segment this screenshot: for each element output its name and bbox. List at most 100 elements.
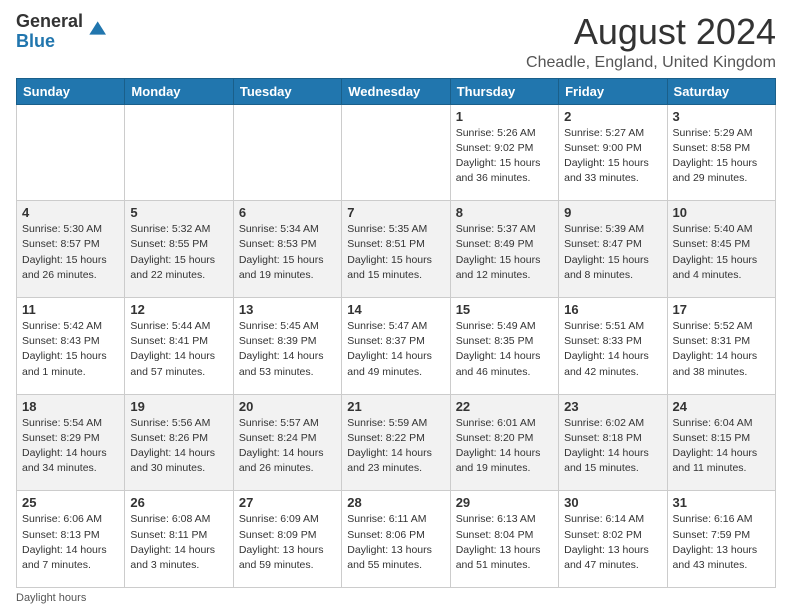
day-number: 25 (22, 495, 119, 510)
header-friday: Friday (559, 78, 667, 104)
calendar-cell-1-7: 3 Sunrise: 5:29 AM Sunset: 8:58 PM Daylig… (667, 104, 775, 201)
header: General Blue August 2024 Cheadle, Englan… (16, 12, 776, 72)
header-saturday: Saturday (667, 78, 775, 104)
location: Cheadle, England, United Kingdom (526, 54, 776, 72)
logo-icon (86, 18, 106, 38)
calendar-cell-4-5: 22Sunrise: 6:01 AM Sunset: 8:20 PM Dayli… (450, 394, 558, 491)
day-info: Sunrise: 5:27 AM Sunset: 9:00 PM Dayligh… (564, 126, 661, 187)
day-number: 15 (456, 302, 553, 317)
day-info: Sunrise: 6:06 AM Sunset: 8:13 PM Dayligh… (22, 512, 119, 573)
day-number: 14 (347, 302, 444, 317)
day-number: 3 (673, 109, 770, 124)
week-row-4: 18 Sunrise: 5:54 AM Sunset: 8:29 PM Dayli… (17, 394, 776, 491)
calendar-cell-4-3: 20Sunrise: 5:57 AM Sunset: 8:24 PM Dayli… (233, 394, 341, 491)
calendar-cell-3-5: 15 Sunrise: 5:49 AM Sunset: 8:35 PM Dayli… (450, 297, 558, 394)
day-info: Sunrise: 5:49 AM Sunset: 8:35 PM Dayligh… (456, 319, 553, 380)
calendar-cell-4-4: 21 Sunrise: 5:59 AM Sunset: 8:22 PM Dayli… (342, 394, 450, 491)
header-tuesday: Tuesday (233, 78, 341, 104)
day-number: 4 (22, 205, 119, 220)
day-number: 13 (239, 302, 336, 317)
header-monday: Monday (125, 78, 233, 104)
day-info: Sunrise: 6:08 AM Sunset: 8:11 PM Dayligh… (130, 512, 227, 573)
footer-note: Daylight hours (16, 592, 776, 604)
day-info: Sunrise: 5:59 AM Sunset: 8:22 PM Dayligh… (347, 416, 444, 477)
header-thursday: Thursday (450, 78, 558, 104)
day-number: 11 (22, 302, 119, 317)
day-info: Sunrise: 6:16 AM Sunset: 7:59 PM Dayligh… (673, 512, 770, 573)
day-info: Sunrise: 6:09 AM Sunset: 8:09 PM Dayligh… (239, 512, 336, 573)
day-number: 6 (239, 205, 336, 220)
day-number: 31 (673, 495, 770, 510)
page: General Blue August 2024 Cheadle, Englan… (0, 0, 792, 612)
calendar-cell-3-6: 16Sunrise: 5:51 AM Sunset: 8:33 PM Dayli… (559, 297, 667, 394)
calendar-cell-5-6: 30Sunrise: 6:14 AM Sunset: 8:02 PM Dayli… (559, 491, 667, 588)
week-row-1: 1Sunrise: 5:26 AM Sunset: 9:02 PM Daylig… (17, 104, 776, 201)
day-info: Sunrise: 5:47 AM Sunset: 8:37 PM Dayligh… (347, 319, 444, 380)
day-info: Sunrise: 5:54 AM Sunset: 8:29 PM Dayligh… (22, 416, 119, 477)
day-info: Sunrise: 6:11 AM Sunset: 8:06 PM Dayligh… (347, 512, 444, 573)
logo: General Blue (16, 12, 106, 52)
day-number: 21 (347, 399, 444, 414)
day-number: 17 (673, 302, 770, 317)
day-info: Sunrise: 5:37 AM Sunset: 8:49 PM Dayligh… (456, 222, 553, 283)
day-info: Sunrise: 5:39 AM Sunset: 8:47 PM Dayligh… (564, 222, 661, 283)
day-number: 30 (564, 495, 661, 510)
week-row-3: 11 Sunrise: 5:42 AM Sunset: 8:43 PM Dayli… (17, 297, 776, 394)
calendar-cell-5-5: 29Sunrise: 6:13 AM Sunset: 8:04 PM Dayli… (450, 491, 558, 588)
calendar-cell-1-3 (233, 104, 341, 201)
day-info: Sunrise: 5:34 AM Sunset: 8:53 PM Dayligh… (239, 222, 336, 283)
calendar-cell-3-3: 13 Sunrise: 5:45 AM Sunset: 8:39 PM Dayli… (233, 297, 341, 394)
calendar-cell-1-4 (342, 104, 450, 201)
day-number: 10 (673, 205, 770, 220)
calendar-cell-3-7: 17 Sunrise: 5:52 AM Sunset: 8:31 PM Dayli… (667, 297, 775, 394)
day-number: 29 (456, 495, 553, 510)
calendar-cell-4-6: 23Sunrise: 6:02 AM Sunset: 8:18 PM Dayli… (559, 394, 667, 491)
logo-text: General Blue (16, 12, 106, 52)
calendar-cell-2-4: 7Sunrise: 5:35 AM Sunset: 8:51 PM Daylig… (342, 201, 450, 298)
calendar-header: Sunday Monday Tuesday Wednesday Thursday… (17, 78, 776, 104)
day-number: 28 (347, 495, 444, 510)
calendar-cell-3-2: 12 Sunrise: 5:44 AM Sunset: 8:41 PM Dayli… (125, 297, 233, 394)
day-number: 2 (564, 109, 661, 124)
title-block: August 2024 Cheadle, England, United Kin… (526, 12, 776, 72)
day-number: 27 (239, 495, 336, 510)
calendar-cell-1-5: 1Sunrise: 5:26 AM Sunset: 9:02 PM Daylig… (450, 104, 558, 201)
day-info: Sunrise: 5:30 AM Sunset: 8:57 PM Dayligh… (22, 222, 119, 283)
day-info: Sunrise: 5:44 AM Sunset: 8:41 PM Dayligh… (130, 319, 227, 380)
weekday-header-row: Sunday Monday Tuesday Wednesday Thursday… (17, 78, 776, 104)
day-info: Sunrise: 5:52 AM Sunset: 8:31 PM Dayligh… (673, 319, 770, 380)
calendar-cell-5-3: 27 Sunrise: 6:09 AM Sunset: 8:09 PM Dayli… (233, 491, 341, 588)
day-number: 16 (564, 302, 661, 317)
calendar-cell-5-7: 31 Sunrise: 6:16 AM Sunset: 7:59 PM Dayli… (667, 491, 775, 588)
day-number: 18 (22, 399, 119, 414)
calendar-cell-1-1 (17, 104, 125, 201)
header-sunday: Sunday (17, 78, 125, 104)
day-info: Sunrise: 5:57 AM Sunset: 8:24 PM Dayligh… (239, 416, 336, 477)
week-row-2: 4 Sunrise: 5:30 AM Sunset: 8:57 PM Daylig… (17, 201, 776, 298)
day-info: Sunrise: 5:45 AM Sunset: 8:39 PM Dayligh… (239, 319, 336, 380)
calendar-cell-5-2: 26 Sunrise: 6:08 AM Sunset: 8:11 PM Dayli… (125, 491, 233, 588)
day-number: 26 (130, 495, 227, 510)
day-info: Sunrise: 5:26 AM Sunset: 9:02 PM Dayligh… (456, 126, 553, 187)
calendar-cell-2-7: 10Sunrise: 5:40 AM Sunset: 8:45 PM Dayli… (667, 201, 775, 298)
day-number: 8 (456, 205, 553, 220)
day-info: Sunrise: 5:42 AM Sunset: 8:43 PM Dayligh… (22, 319, 119, 380)
calendar-body: 1Sunrise: 5:26 AM Sunset: 9:02 PM Daylig… (17, 104, 776, 587)
day-number: 24 (673, 399, 770, 414)
day-info: Sunrise: 5:29 AM Sunset: 8:58 PM Dayligh… (673, 126, 770, 187)
day-number: 12 (130, 302, 227, 317)
header-wednesday: Wednesday (342, 78, 450, 104)
calendar-cell-4-1: 18 Sunrise: 5:54 AM Sunset: 8:29 PM Dayli… (17, 394, 125, 491)
calendar-cell-2-3: 6 Sunrise: 5:34 AM Sunset: 8:53 PM Daylig… (233, 201, 341, 298)
calendar-cell-4-7: 24Sunrise: 6:04 AM Sunset: 8:15 PM Dayli… (667, 394, 775, 491)
calendar-cell-1-6: 2 Sunrise: 5:27 AM Sunset: 9:00 PM Daylig… (559, 104, 667, 201)
week-row-5: 25 Sunrise: 6:06 AM Sunset: 8:13 PM Dayli… (17, 491, 776, 588)
day-info: Sunrise: 5:56 AM Sunset: 8:26 PM Dayligh… (130, 416, 227, 477)
day-number: 9 (564, 205, 661, 220)
logo-blue: Blue (16, 31, 55, 51)
month-title: August 2024 (526, 12, 776, 52)
calendar: Sunday Monday Tuesday Wednesday Thursday… (16, 78, 776, 588)
calendar-cell-2-2: 5Sunrise: 5:32 AM Sunset: 8:55 PM Daylig… (125, 201, 233, 298)
day-info: Sunrise: 5:32 AM Sunset: 8:55 PM Dayligh… (130, 222, 227, 283)
day-info: Sunrise: 6:01 AM Sunset: 8:20 PM Dayligh… (456, 416, 553, 477)
